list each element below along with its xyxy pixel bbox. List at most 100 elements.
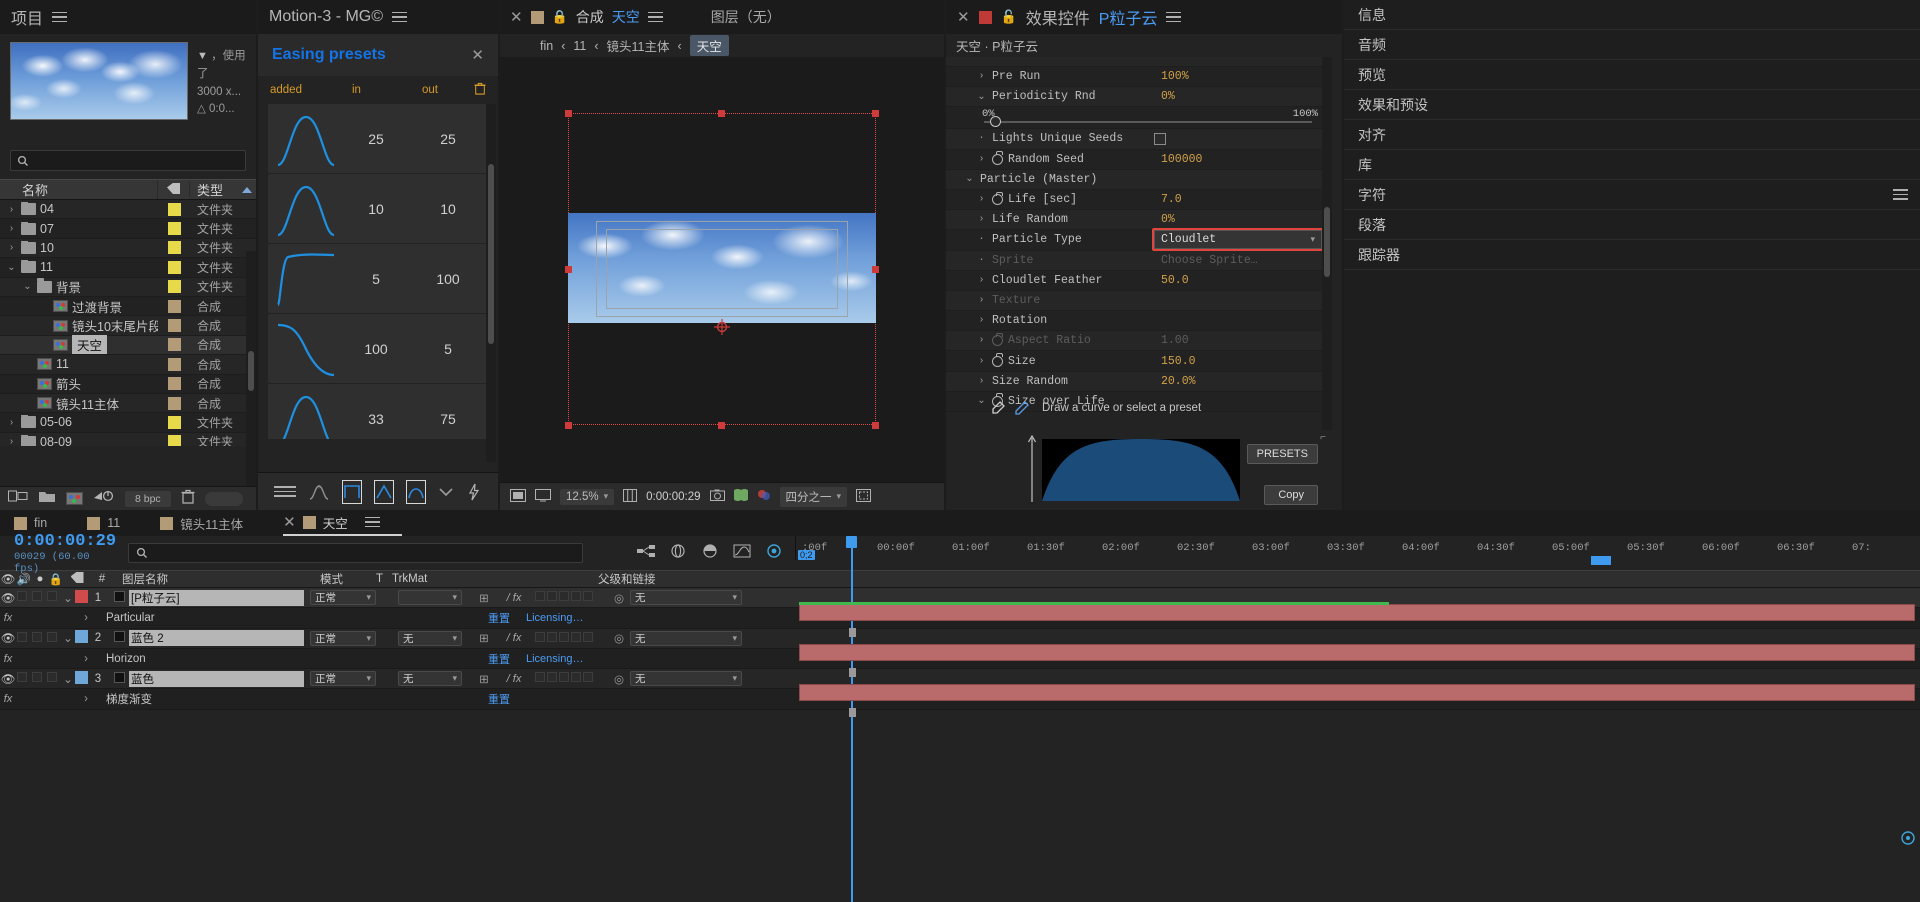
layer-switch-1[interactable] [535,591,545,602]
layer-disclosure-icon[interactable]: ⌄ [61,672,75,686]
disclosure-triangle-icon[interactable]: › [6,242,17,253]
effect-parameter-row[interactable]: ⌄ Particle (Master) [946,169,1332,190]
preset-shape-peak-icon[interactable] [374,479,394,504]
layer-blend-mode-select[interactable]: 正常 ▾ [310,630,376,646]
effect-parameter-value[interactable]: 100000 [1161,153,1332,166]
new-folder-icon[interactable] [38,489,56,508]
effect-parameter-row[interactable]: › Pre Run 100% [946,67,1332,88]
effect-reset-link[interactable]: 重置 [488,610,510,626]
efx-title-layer[interactable]: P粒子云 [1099,5,1158,29]
efx-panel-menu-icon[interactable] [1166,11,1182,23]
layer-lock-toggle[interactable] [47,631,57,642]
label-color-swatch[interactable] [158,222,190,236]
timeline-search-input[interactable] [128,543,583,563]
label-color-swatch[interactable] [158,338,190,352]
layer-visibility-icon[interactable]: 👁 [0,631,16,645]
layer-switch-5[interactable] [583,672,593,683]
effect-parameter-row[interactable]: ⌄ Periodicity Rnd 0% [946,87,1332,108]
disclosure-triangle-icon[interactable]: › [976,194,987,205]
easing-preset-item[interactable]: 5 100 [268,244,488,313]
layer-switch-5[interactable] [583,631,593,642]
project-scrollbar[interactable] [246,251,256,494]
fx-icon[interactable]: fx [0,612,16,624]
stopwatch-icon[interactable] [992,332,1003,347]
effect-license-link[interactable]: Licensing… [526,653,583,665]
project-item-row[interactable]: › 07 文件夹 [0,219,256,239]
layer-trkmat-select[interactable]: ▾ [398,590,462,606]
parent-pickwhip-icon[interactable]: ◎ [608,672,630,686]
label-color-swatch[interactable] [158,415,190,429]
disclosure-triangle-icon[interactable]: › [6,223,17,234]
curve-copy-button[interactable]: Copy [1264,485,1318,505]
effect-parameter-row[interactable]: › Random Seed 100000 [946,149,1332,170]
disclosure-triangle-icon[interactable]: · [976,255,987,266]
disclosure-triangle-icon[interactable]: › [6,417,17,428]
easing-preset-item[interactable]: 100 5 [268,314,488,383]
layer-audio-toggle[interactable] [17,672,27,683]
layer-switch-2[interactable] [547,591,557,602]
tab-close-icon[interactable]: ✕ [283,513,296,531]
easing-preset-item[interactable]: 33 75 [268,384,488,439]
label-color-swatch[interactable] [158,435,190,446]
layer-lock-toggle[interactable] [47,672,57,683]
dock-panel-6[interactable]: 字符 [1344,180,1920,210]
dock-panel-4[interactable]: 对齐 [1344,120,1920,150]
project-item-row[interactable]: 箭头 合成 [0,374,256,394]
disclosure-triangle-icon[interactable]: › [976,154,987,165]
disclosure-triangle-icon[interactable]: › [976,214,987,225]
timeline-panel-menu-icon[interactable] [364,516,380,528]
resize-handle-tc[interactable] [718,110,725,117]
bit-depth-button[interactable]: 8 bpc [125,490,171,507]
layer-name[interactable]: 蓝色 [129,670,304,687]
label-color-swatch[interactable] [158,396,190,410]
breadcrumb-item-2[interactable]: 镜头11主体 [607,36,670,55]
anchor-point-icon[interactable] [714,319,730,335]
column-type[interactable]: 类型 [190,180,256,199]
close-icon[interactable]: ✕ [471,46,484,64]
breadcrumb-item-0[interactable]: fin [540,39,553,53]
lightning-icon[interactable] [466,480,482,504]
disclosure-triangle-icon[interactable]: · [976,234,987,245]
dock-panel-3[interactable]: 效果和预设 [1344,90,1920,120]
layer-switch-1[interactable] [535,672,545,683]
disclosure-triangle-icon[interactable]: › [976,295,987,306]
fx-icon[interactable]: fx [0,693,16,705]
current-timecode[interactable]: 0:00:00:29 [646,491,700,503]
layer-switch-3[interactable] [559,591,569,602]
effect-reset-link[interactable]: 重置 [488,651,510,667]
resize-handle-tr[interactable] [872,110,879,117]
disclosure-triangle-icon[interactable]: ⌄ [6,262,17,273]
motion-scrollbar[interactable] [486,104,496,462]
timeline-tab[interactable]: ✕ 天空 [283,510,402,536]
stopwatch-icon[interactable] [992,191,1003,206]
zoom-level-select[interactable]: 12.5% ▾ [560,488,615,505]
main-view-icon[interactable] [510,488,526,505]
show-snapshot-icon[interactable] [731,489,750,504]
layer-tab[interactable]: 图层（无） [711,7,781,27]
timeline-ruler[interactable]: :00f 00:00f 01:00f 01:30f 02:00f 02:30f 03:00f… [795,536,1920,565]
new-composition-icon[interactable] [66,492,83,505]
layer-visibility-icon[interactable]: 👁 [0,591,16,605]
layer-trkmat-select[interactable]: 无 ▾ [398,630,462,646]
parent-pickwhip-icon[interactable]: ◎ [608,591,630,605]
resize-handle-br[interactable] [872,422,879,429]
project-item-row[interactable]: ⌄ 11 文件夹 [0,258,256,278]
preset-shape-flat-icon[interactable] [342,479,362,504]
layer-parent-select[interactable]: 无 ▾ [630,590,742,606]
layer-disclosure-icon[interactable]: ⌄ [61,591,75,605]
add-curve-icon[interactable]: + [308,480,330,504]
label-color-swatch[interactable] [158,377,190,391]
character-panel-menu-icon[interactable] [1893,189,1908,200]
pencil-icon[interactable] [1014,400,1030,421]
easing-preset-item[interactable]: 10 10 [268,174,488,243]
timeline-tab[interactable]: 镜头11主体 [160,510,265,536]
layer-switch-4[interactable] [571,672,581,683]
layer-blend-mode-select[interactable]: 正常 ▾ [310,671,376,687]
layer-switch-collapse-icon[interactable]: ⊞ [476,631,492,645]
dock-panel-5[interactable]: 库 [1344,150,1920,180]
lock-icon[interactable]: 🔒 [552,9,568,25]
label-color-swatch[interactable] [158,241,190,255]
timeline-right-icons[interactable] [1900,830,1916,851]
label-color-swatch[interactable] [158,260,190,274]
effect-parameter-row[interactable]: › Size 150.0 [946,351,1332,372]
